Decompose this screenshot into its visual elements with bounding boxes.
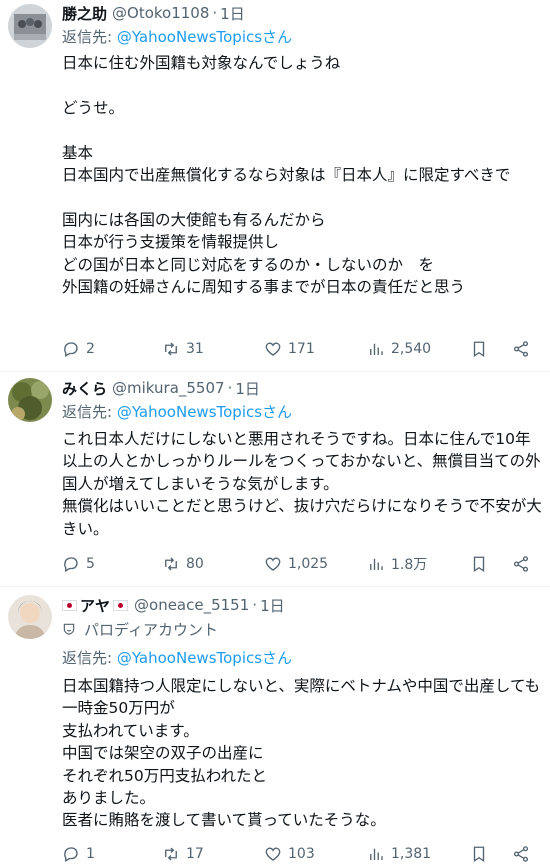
tweet-text: 日本国籍持つ人限定にしないと、実際にベトナムや中国で出産しても一時金50万円が … bbox=[62, 677, 541, 830]
share-button[interactable] bbox=[512, 338, 536, 360]
retweet-button[interactable]: 31 bbox=[162, 338, 204, 360]
author-name[interactable]: みくら bbox=[62, 378, 107, 399]
timestamp[interactable]: 1日 bbox=[260, 595, 285, 616]
japan-flag-icon bbox=[62, 599, 77, 611]
like-icon bbox=[265, 847, 281, 861]
reply-icon bbox=[64, 557, 78, 572]
tweet[interactable]: みくら @mikura_5507 · 1日 返信先: @YahooNewsTop… bbox=[0, 372, 550, 587]
reply-icon bbox=[64, 847, 78, 862]
bookmark-icon bbox=[473, 341, 485, 358]
japan-flag-icon bbox=[113, 599, 129, 611]
author-name[interactable]: アヤ bbox=[80, 595, 110, 616]
like-count: 103 bbox=[288, 846, 315, 862]
parody-icon bbox=[63, 623, 75, 635]
reply-button[interactable]: 1 bbox=[62, 843, 95, 865]
bookmark-icon bbox=[473, 556, 485, 573]
retweet-count: 80 bbox=[186, 556, 204, 572]
reply-count: 5 bbox=[86, 556, 95, 572]
share-icon bbox=[513, 556, 529, 572]
like-count: 1,025 bbox=[288, 556, 329, 572]
views-button[interactable]: 1,381 bbox=[367, 843, 431, 865]
views-icon bbox=[370, 848, 383, 860]
avatar[interactable] bbox=[8, 378, 52, 422]
retweet-button[interactable]: 80 bbox=[162, 553, 204, 575]
reply-count: 1 bbox=[86, 846, 95, 862]
views-count: 1,381 bbox=[391, 846, 432, 862]
retweet-button[interactable]: 17 bbox=[162, 843, 204, 865]
views-count: 2,540 bbox=[391, 341, 432, 357]
reply-context: 返信先: @YahooNewsTopicsさん bbox=[62, 26, 292, 48]
like-icon bbox=[265, 557, 281, 571]
reply-mention-link[interactable]: @YahooNewsTopicsさん bbox=[117, 403, 292, 421]
reply-icon bbox=[64, 342, 78, 357]
retweet-count: 31 bbox=[186, 341, 204, 357]
like-button[interactable]: 171 bbox=[264, 338, 315, 360]
retweet-icon bbox=[165, 557, 177, 571]
action-bar: 1 17 103 1,381 bbox=[62, 843, 532, 865]
views-icon bbox=[370, 343, 383, 355]
author-handle[interactable]: @oneace_5151 bbox=[134, 596, 249, 614]
timestamp[interactable]: 1日 bbox=[220, 3, 245, 24]
reply-button[interactable]: 2 bbox=[62, 338, 95, 360]
reply-prefix: 返信先: bbox=[62, 649, 117, 667]
reply-context: 返信先: @YahooNewsTopicsさん bbox=[62, 401, 292, 423]
separator-dot: · bbox=[227, 379, 233, 397]
retweet-icon bbox=[165, 847, 177, 861]
bookmark-icon bbox=[473, 846, 485, 863]
reply-context: 返信先: @YahooNewsTopicsさん bbox=[62, 647, 292, 669]
bookmark-button[interactable] bbox=[470, 338, 494, 360]
tweet[interactable]: アヤ @oneace_5151 · 1日 パロディアカウント 返信先: @Yah… bbox=[0, 587, 550, 865]
bookmark-button[interactable] bbox=[470, 553, 494, 575]
parody-text: パロディアカウント bbox=[84, 620, 218, 639]
like-icon bbox=[265, 342, 281, 356]
author-handle[interactable]: @Otoko1108 bbox=[112, 4, 209, 22]
action-bar: 5 80 1,025 1.8万 bbox=[62, 553, 532, 575]
views-icon bbox=[370, 558, 383, 570]
timestamp[interactable]: 1日 bbox=[235, 378, 260, 399]
tweet-text: これ日本人だけにしないと悪用されそうですね。日本に住んで10年以上の人とかしっか… bbox=[62, 430, 542, 538]
like-button[interactable]: 103 bbox=[264, 843, 315, 865]
views-count: 1.8万 bbox=[391, 557, 428, 573]
author-handle[interactable]: @mikura_5507 bbox=[112, 379, 225, 397]
action-bar: 2 31 171 2,540 bbox=[62, 338, 532, 360]
reply-mention-link[interactable]: @YahooNewsTopicsさん bbox=[117, 649, 292, 667]
reply-prefix: 返信先: bbox=[62, 403, 117, 421]
views-button[interactable]: 1.8万 bbox=[367, 553, 427, 575]
parody-label: パロディアカウント bbox=[62, 618, 218, 640]
bookmark-button[interactable] bbox=[470, 843, 494, 865]
separator-dot: · bbox=[252, 596, 258, 614]
separator-dot: · bbox=[212, 4, 218, 22]
avatar[interactable] bbox=[8, 595, 52, 639]
reply-mention-link[interactable]: @YahooNewsTopicsさん bbox=[117, 28, 292, 46]
tweet-text: 日本に住む外国籍も対象なんでしょうね どうせ。 基本 日本国内で出産無償化するな… bbox=[62, 54, 511, 297]
reply-prefix: 返信先: bbox=[62, 28, 117, 46]
like-button[interactable]: 1,025 bbox=[264, 553, 328, 575]
retweet-count: 17 bbox=[186, 846, 204, 862]
share-button[interactable] bbox=[512, 553, 536, 575]
like-count: 171 bbox=[288, 341, 315, 357]
retweet-icon bbox=[165, 342, 177, 356]
views-button[interactable]: 2,540 bbox=[367, 338, 431, 360]
share-icon bbox=[513, 846, 529, 862]
tweet[interactable]: 勝之助 @Otoko1108 · 1日 返信先: @YahooNewsTopic… bbox=[0, 0, 550, 372]
share-button[interactable] bbox=[512, 843, 536, 865]
reply-count: 2 bbox=[86, 341, 95, 357]
share-icon bbox=[513, 341, 529, 357]
reply-button[interactable]: 5 bbox=[62, 553, 95, 575]
avatar[interactable] bbox=[8, 4, 52, 48]
author-name[interactable]: 勝之助 bbox=[62, 3, 107, 24]
